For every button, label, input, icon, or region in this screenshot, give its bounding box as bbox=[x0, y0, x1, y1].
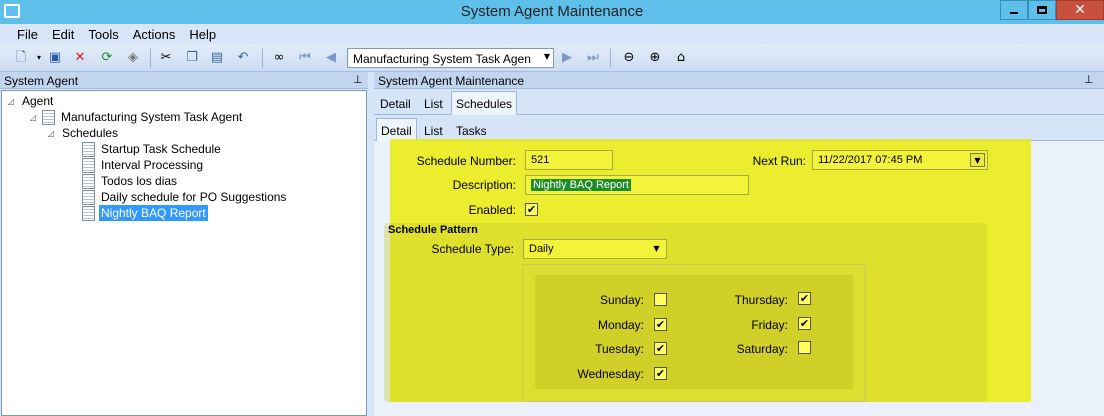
agent-select[interactable]: Manufacturing System Task Agen ▼ bbox=[347, 48, 554, 68]
chevron-down-icon: ▼ bbox=[543, 52, 550, 61]
saturday-checkbox[interactable] bbox=[798, 341, 811, 354]
schedule-type-label: Schedule Type: bbox=[431, 242, 514, 256]
subtab-tasks[interactable]: Tasks bbox=[452, 121, 491, 141]
back-icon[interactable]: ⊖ bbox=[620, 49, 638, 67]
menu-file[interactable]: File bbox=[10, 24, 45, 44]
tuesday-label: Tuesday: bbox=[595, 342, 644, 356]
sunday-checkbox[interactable] bbox=[654, 293, 667, 306]
pin-icon[interactable]: ⊥ bbox=[1084, 73, 1094, 86]
maximize-icon bbox=[1037, 6, 1047, 14]
document-icon bbox=[82, 141, 95, 157]
copy-icon[interactable]: ❐ bbox=[183, 49, 201, 67]
delete-icon[interactable]: ✕ bbox=[71, 49, 89, 67]
next-run-field[interactable]: 11/22/2017 07:45 PM ▼ bbox=[812, 150, 988, 170]
friday-checkbox[interactable]: ✔ bbox=[798, 317, 811, 330]
menu-bar: File Edit Tools Actions Help bbox=[0, 24, 1104, 44]
agent-tree: ◿ Agent ◿ Manufacturing System Task Agen… bbox=[1, 90, 367, 416]
document-icon bbox=[82, 173, 95, 189]
agent-select-value: Manufacturing System Task Agen bbox=[353, 52, 531, 66]
wednesday-label: Wednesday: bbox=[577, 367, 645, 381]
tree-item-schedule[interactable]: Daily schedule for PO Suggestions bbox=[82, 189, 288, 205]
first-record-icon[interactable]: ⏮ bbox=[296, 49, 314, 67]
refresh-icon[interactable]: ⟳ bbox=[98, 49, 116, 67]
friday-label: Friday: bbox=[751, 318, 788, 332]
pin-icon[interactable]: ⊥ bbox=[353, 73, 363, 86]
document-icon bbox=[82, 157, 95, 173]
new-icon[interactable]: 🗋 bbox=[12, 49, 30, 67]
thursday-checkbox[interactable]: ✔ bbox=[798, 292, 811, 305]
forward-icon[interactable]: ⊕ bbox=[646, 49, 664, 67]
schedule-type-select[interactable]: Daily ▼ bbox=[523, 239, 667, 259]
prev-record-icon[interactable]: ◀ bbox=[322, 49, 340, 67]
minimize-button[interactable] bbox=[1000, 0, 1028, 20]
right-pane-header: System Agent Maintenance ⊥ bbox=[374, 72, 1104, 89]
collapse-icon[interactable]: ◿ bbox=[48, 129, 60, 138]
tree-node-task-agent[interactable]: ◿ Manufacturing System Task Agent bbox=[30, 109, 244, 125]
window-title: System Agent Maintenance bbox=[460, 3, 644, 20]
menu-help[interactable]: Help bbox=[182, 24, 223, 44]
last-record-icon[interactable]: ⏭ bbox=[584, 49, 602, 67]
cut-icon[interactable]: ✂ bbox=[157, 49, 175, 67]
save-icon[interactable]: ▣ bbox=[46, 49, 64, 67]
next-record-icon[interactable]: ▶ bbox=[558, 49, 576, 67]
description-label: Description: bbox=[452, 178, 516, 192]
title-bar: System Agent Maintenance ✕ bbox=[0, 0, 1104, 24]
minimize-icon bbox=[1010, 12, 1018, 14]
clear-icon[interactable]: ◈ bbox=[124, 49, 142, 67]
monday-label: Monday: bbox=[597, 318, 644, 332]
right-pane-title: System Agent Maintenance bbox=[378, 74, 525, 88]
home-icon[interactable]: ⌂ bbox=[672, 49, 690, 67]
menu-edit[interactable]: Edit bbox=[45, 24, 81, 44]
schedule-number-label: Schedule Number: bbox=[416, 154, 516, 168]
tab-list[interactable]: List bbox=[420, 94, 447, 114]
close-icon: ✕ bbox=[1074, 2, 1086, 18]
tree-item-schedule[interactable]: Interval Processing bbox=[82, 157, 205, 173]
menu-tools[interactable]: Tools bbox=[81, 24, 125, 44]
menu-actions[interactable]: Actions bbox=[126, 24, 183, 44]
sunday-label: Sunday: bbox=[599, 293, 644, 307]
paste-icon[interactable]: ▤ bbox=[208, 49, 226, 67]
chevron-down-icon[interactable]: ▼ bbox=[649, 242, 664, 256]
tree-item-schedule-selected[interactable]: Nightly BAQ Report bbox=[82, 205, 208, 221]
chevron-down-icon[interactable]: ▼ bbox=[970, 153, 985, 167]
tree-item-schedule[interactable]: Startup Task Schedule bbox=[82, 141, 223, 157]
tuesday-checkbox[interactable]: ✔ bbox=[654, 342, 667, 355]
document-icon bbox=[82, 189, 95, 205]
enabled-checkbox[interactable]: ✔ bbox=[525, 203, 538, 216]
monday-checkbox[interactable]: ✔ bbox=[654, 318, 667, 331]
left-pane-header: System Agent ⊥ bbox=[0, 72, 368, 89]
collapse-icon[interactable]: ◿ bbox=[8, 97, 20, 106]
tree-node-agent[interactable]: ◿ Agent bbox=[8, 93, 55, 109]
undo-icon[interactable]: ↶ bbox=[234, 49, 252, 67]
main-tabs: Detail List Schedules bbox=[374, 90, 1104, 115]
left-pane-title: System Agent bbox=[4, 74, 79, 88]
maximize-button[interactable] bbox=[1028, 0, 1056, 20]
close-button[interactable]: ✕ bbox=[1056, 0, 1104, 20]
sub-tabs: Detail List Tasks bbox=[374, 117, 1104, 142]
schedule-pattern-title: Schedule Pattern bbox=[388, 224, 478, 236]
toolbar: 🗋 ▾ ▣ ✕ ⟳ ◈ ✂ ❐ ▤ ↶ ∞ ⏮ ◀ Manufacturing … bbox=[0, 44, 1104, 72]
thursday-label: Thursday: bbox=[734, 293, 788, 307]
binoculars-icon[interactable]: ∞ bbox=[270, 49, 288, 67]
tab-schedules[interactable]: Schedules bbox=[451, 91, 518, 115]
tab-detail[interactable]: Detail bbox=[376, 94, 415, 114]
tree-item-schedule[interactable]: Todos los dias bbox=[82, 173, 179, 189]
wednesday-checkbox[interactable]: ✔ bbox=[654, 367, 667, 380]
enabled-label: Enabled: bbox=[468, 203, 516, 217]
description-field[interactable]: Nightly BAQ Report bbox=[525, 175, 749, 195]
document-icon bbox=[82, 205, 95, 221]
tree-node-schedules[interactable]: ◿ Schedules bbox=[48, 125, 120, 141]
next-run-label: Next Run: bbox=[752, 154, 806, 168]
schedule-number-field[interactable]: 521 bbox=[525, 150, 613, 170]
saturday-label: Saturday: bbox=[736, 342, 788, 356]
subtab-list[interactable]: List bbox=[420, 121, 447, 141]
collapse-icon[interactable]: ◿ bbox=[30, 113, 42, 122]
document-icon bbox=[42, 109, 55, 125]
